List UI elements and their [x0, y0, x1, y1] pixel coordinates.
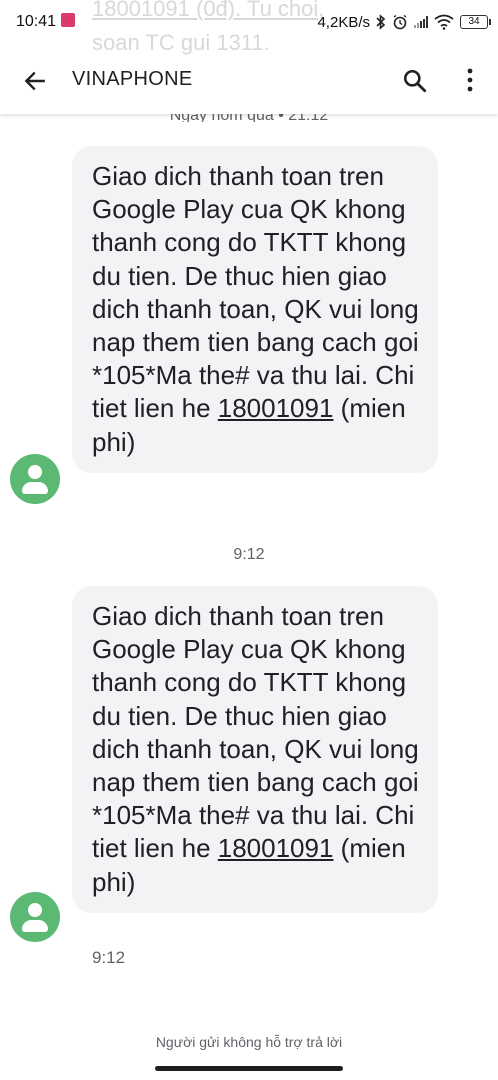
back-arrow-icon[interactable] — [22, 68, 48, 94]
person-icon — [28, 903, 42, 917]
status-indicators: 4,2KB/s 34 — [317, 11, 491, 33]
sender-avatar[interactable] — [10, 892, 60, 942]
message-bubble[interactable]: Giao dich thanh toan tren Google Play cu… — [72, 586, 438, 913]
message-text: Giao dich thanh toan tren Google Play cu… — [92, 161, 419, 424]
message-text: Giao dich thanh toan tren Google Play cu… — [92, 601, 419, 864]
time-separator: 9:12 — [233, 546, 265, 563]
bluetooth-icon — [376, 14, 386, 30]
phone-link[interactable]: 18001091 — [218, 833, 334, 863]
wifi-icon — [434, 14, 454, 30]
status-time: 10:41 — [16, 13, 57, 30]
message-list[interactable]: Ngày hôm qua • 21:12 Giao dich thanh toa… — [0, 110, 498, 1014]
gesture-nav-handle[interactable] — [155, 1066, 343, 1071]
person-icon — [28, 465, 42, 479]
app-notification-icon — [61, 13, 75, 27]
network-speed: 4,2KB/s — [317, 13, 370, 31]
phone-link[interactable]: 18001091 — [218, 393, 334, 423]
reply-not-supported-note: Người gửi không hỗ trợ trả lời — [155, 1034, 343, 1050]
search-icon[interactable] — [402, 68, 428, 94]
battery-icon: 34 — [460, 15, 491, 29]
message-bubble[interactable]: Giao dich thanh toan tren Google Play cu… — [72, 146, 438, 473]
status-bar: 18001091 (0đ). Tu choi, soan TC gui 1311… — [0, 0, 498, 55]
message-timestamp: 9:12 — [92, 948, 126, 967]
more-vert-icon[interactable] — [458, 66, 482, 94]
conversation-title: VINAPHONE — [72, 68, 193, 90]
alarm-icon — [393, 14, 407, 30]
signal-icon — [414, 16, 428, 28]
sender-avatar[interactable] — [10, 454, 60, 504]
